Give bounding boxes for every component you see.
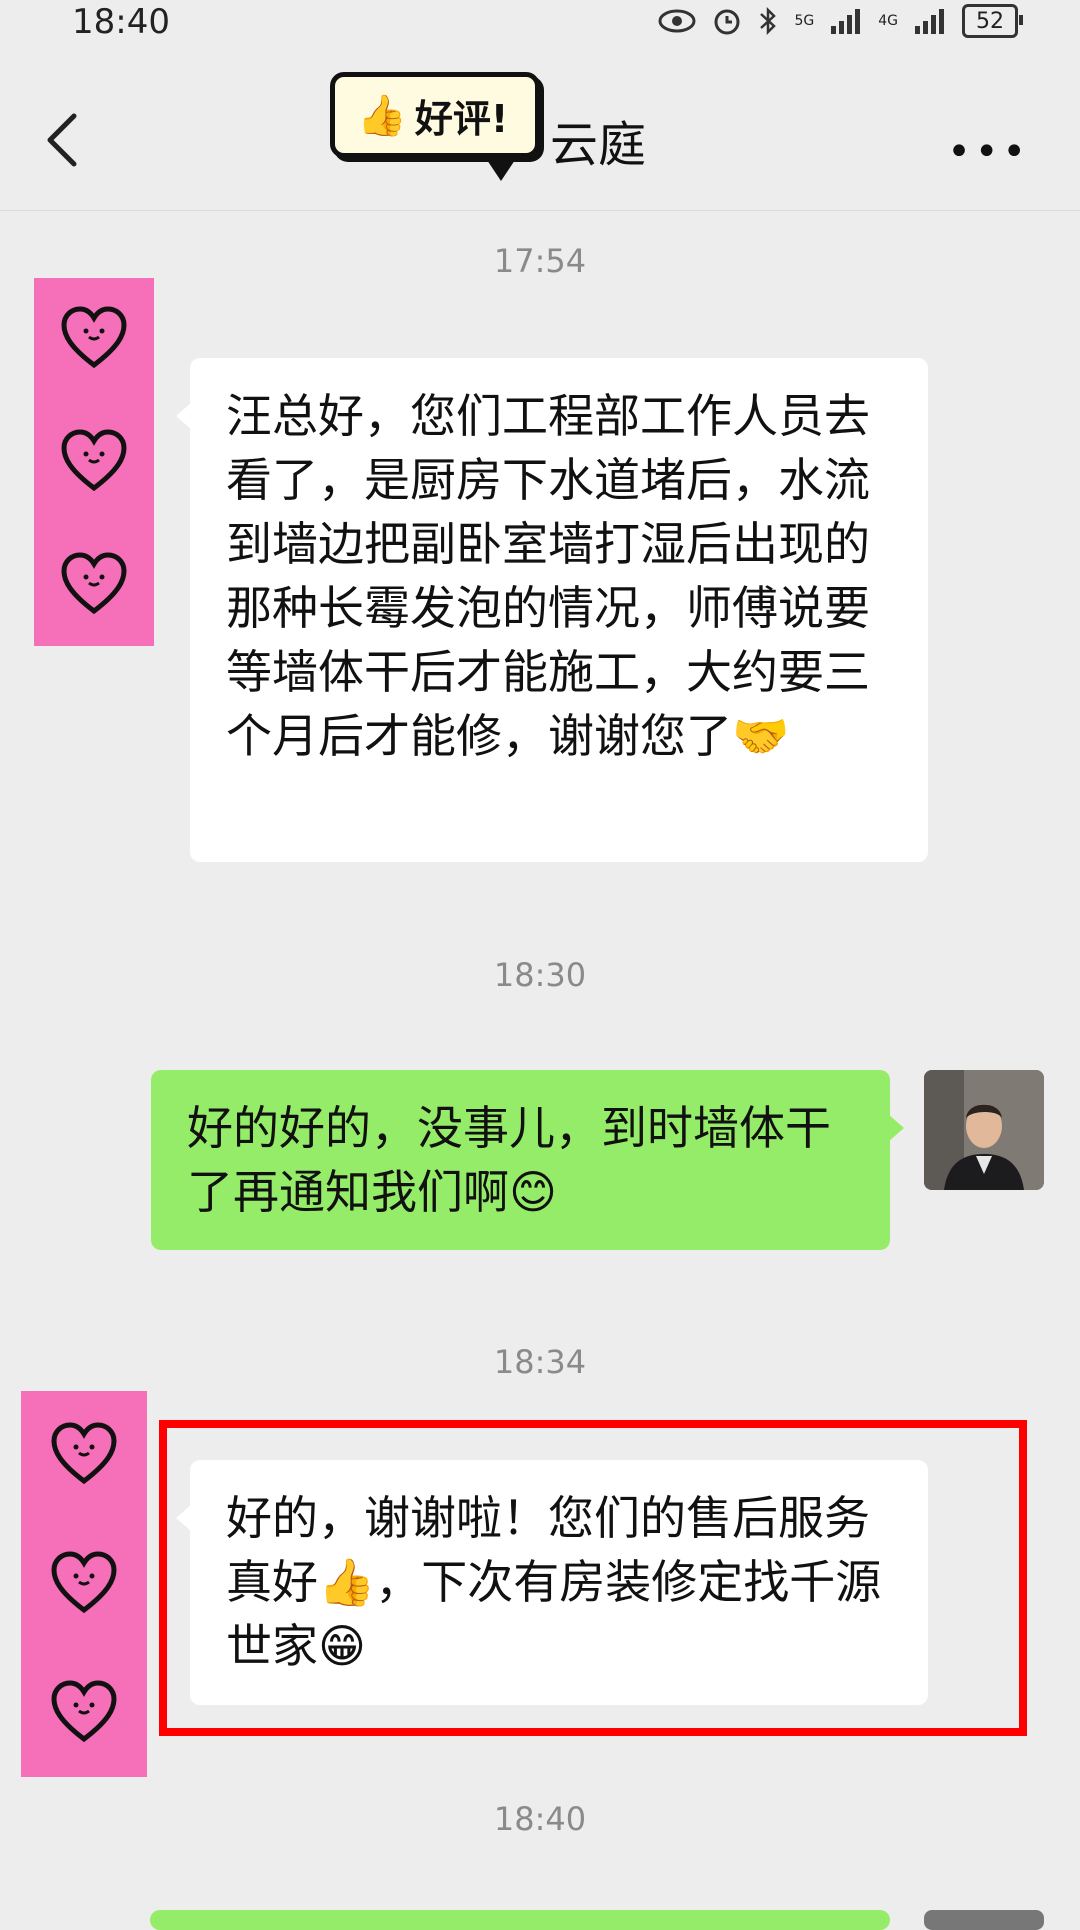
signal-5g-label: 5G	[794, 13, 815, 29]
heart-face-icon	[51, 1551, 117, 1614]
message-bubble-sent-partial[interactable]	[150, 1910, 890, 1930]
more-dots-icon[interactable]: •••	[947, 132, 1030, 172]
user-avatar-partial[interactable]	[924, 1910, 1044, 1930]
status-icons: 5G 4G 52	[658, 4, 1023, 38]
heart-face-icon	[61, 429, 127, 492]
good-review-badge: 👍 好评!	[330, 72, 540, 181]
signal-bars-icon	[831, 9, 861, 34]
badge-label: 好评!	[414, 96, 509, 141]
heart-face-icon	[61, 552, 127, 614]
bluetooth-icon	[760, 6, 777, 36]
signal-bars-icon	[915, 9, 944, 34]
message-text: 汪总好，您们工程部工作人员去看了，是厨房下水道堵后，水流到墙边把副卧室墙打湿后出…	[226, 389, 870, 763]
signal-4g-label: 4G	[878, 13, 898, 29]
message-timestamp: 18:34	[493, 1343, 587, 1381]
heart-face-icon	[61, 306, 127, 369]
message-timestamp: 18:30	[493, 956, 587, 994]
battery-level: 52	[976, 8, 1004, 34]
heart-face-icon	[51, 1680, 117, 1742]
contact-avatar[interactable]	[21, 1391, 147, 1777]
message-text: 好的好的，没事儿，到时墙体干了再通知我们啊😊	[187, 1101, 831, 1219]
highlight-box	[159, 1420, 1027, 1736]
alarm-icon	[714, 9, 740, 35]
person-photo-icon	[924, 1070, 1044, 1190]
contact-avatar[interactable]	[34, 278, 154, 646]
message-bubble-received[interactable]: 汪总好，您们工程部工作人员去看了，是厨房下水道堵后，水流到墙边把副卧室墙打湿后出…	[176, 358, 928, 862]
message-timestamp: 17:54	[493, 242, 587, 280]
message-timestamp: 18:40	[493, 1800, 587, 1838]
chat-title: 云庭	[550, 117, 647, 173]
battery-indicator: 52	[962, 4, 1023, 38]
status-time: 18:40	[72, 2, 170, 42]
message-bubble-sent[interactable]: 好的好的，没事儿，到时墙体干了再通知我们啊😊	[151, 1070, 904, 1250]
chat-header: 👍 好评! 云庭 •••	[0, 60, 1080, 211]
user-avatar[interactable]	[924, 1070, 1044, 1190]
heart-face-icon	[51, 1422, 117, 1485]
eye-icon	[658, 9, 696, 33]
status-bar: 18:40 5G 4G 52	[0, 0, 1080, 50]
chevron-left-icon[interactable]	[40, 110, 90, 170]
thumbs-up-icon: 👍	[357, 92, 407, 139]
